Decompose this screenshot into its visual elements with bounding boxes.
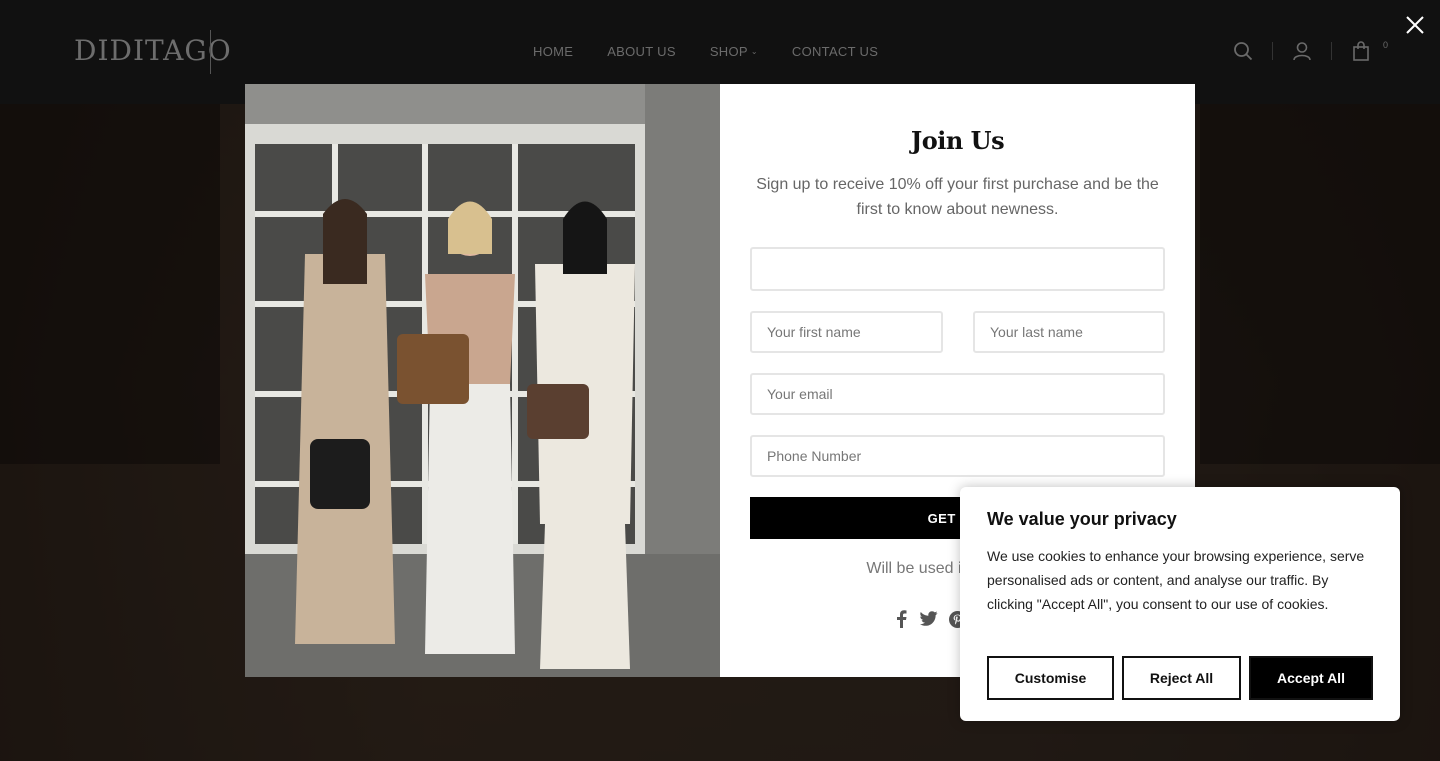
search-icon[interactable] bbox=[1232, 40, 1254, 62]
close-icon[interactable] bbox=[1404, 14, 1426, 36]
header-separator bbox=[1331, 42, 1332, 60]
first-name-field[interactable]: Your first name bbox=[750, 311, 943, 353]
main-nav: HOME ABOUT US SHOP ⌄ CONTACT US bbox=[533, 44, 912, 59]
nav-shop[interactable]: SHOP ⌄ bbox=[710, 44, 758, 59]
cookie-consent-banner: We value your privacy We use cookies to … bbox=[960, 487, 1400, 721]
site-logo[interactable]: DIDITAGO bbox=[74, 34, 232, 67]
nav-about-label: ABOUT US bbox=[607, 44, 676, 59]
popup-subtitle: Sign up to receive 10% off your first pu… bbox=[756, 176, 1159, 218]
reject-all-button[interactable]: Reject All bbox=[1122, 656, 1241, 700]
email-field[interactable]: Your email bbox=[750, 373, 1165, 415]
nav-contact-us[interactable]: CONTACT US bbox=[792, 44, 878, 59]
accept-all-button[interactable]: Accept All bbox=[1249, 656, 1373, 700]
twitter-icon[interactable] bbox=[920, 610, 938, 628]
customise-button[interactable]: Customise bbox=[987, 656, 1114, 700]
header-separator bbox=[1272, 42, 1273, 60]
nav-home[interactable]: HOME bbox=[533, 44, 573, 59]
nav-contact-label: CONTACT US bbox=[791, 44, 879, 59]
social-links bbox=[892, 610, 966, 628]
cart-count-badge: 0 bbox=[1383, 40, 1389, 50]
header-actions bbox=[1232, 40, 1372, 62]
popup-photo bbox=[245, 84, 720, 677]
popup-title: Join Us bbox=[910, 126, 1005, 155]
nav-about-us[interactable]: ABOUT US bbox=[607, 44, 676, 59]
account-icon[interactable] bbox=[1291, 40, 1313, 62]
phone-field[interactable]: Phone Number bbox=[750, 435, 1165, 477]
top-input[interactable] bbox=[750, 247, 1165, 291]
cart-icon[interactable] bbox=[1350, 40, 1372, 62]
chevron-down-icon: ⌄ bbox=[750, 47, 758, 56]
last-name-field[interactable]: Your last name bbox=[973, 311, 1165, 353]
facebook-icon[interactable] bbox=[892, 610, 910, 628]
cookie-text: We use cookies to enhance your browsing … bbox=[987, 548, 1365, 612]
logo-divider bbox=[210, 30, 211, 74]
nav-shop-label: SHOP bbox=[709, 44, 748, 59]
nav-home-label: HOME bbox=[533, 44, 574, 59]
cookie-title: We value your privacy bbox=[987, 509, 1177, 529]
